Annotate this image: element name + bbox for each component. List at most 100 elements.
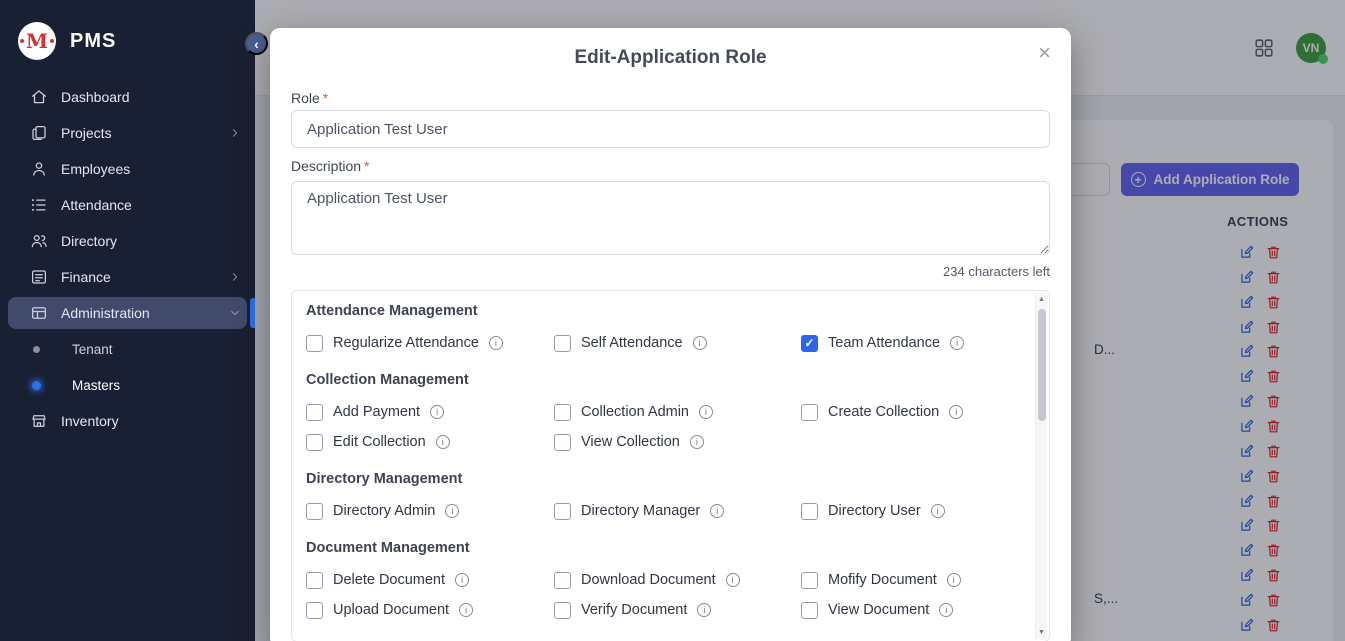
permission-section-title: Document Management (306, 540, 1019, 557)
checkbox-self-attendance[interactable] (554, 335, 571, 352)
sidebar-item-attendance[interactable]: Attendance (0, 187, 255, 223)
checkbox-regularize-attendance[interactable] (306, 335, 323, 352)
checkbox-mofify-document[interactable] (801, 572, 818, 589)
permission-delete-document: Delete Documenti (306, 572, 554, 589)
permission-download-document: Download Documenti (554, 572, 801, 589)
permission-grid: Add PaymentiCollection AdminiCreate Coll… (306, 397, 1019, 457)
permission-grid: Directory AdminiDirectory ManageriDirect… (306, 496, 1019, 526)
info-icon[interactable]: i (931, 504, 945, 518)
permission-label: Team Attendance (828, 335, 940, 351)
sidebar-item-inventory[interactable]: Inventory (0, 403, 255, 439)
checkbox-collection-admin[interactable] (554, 404, 571, 421)
checkbox-verify-document[interactable] (554, 602, 571, 619)
checkbox-add-payment[interactable] (306, 404, 323, 421)
role-input[interactable] (291, 110, 1050, 148)
sidebar-item-projects[interactable]: Projects (0, 115, 255, 151)
info-icon[interactable]: i (489, 336, 503, 350)
scrollbar-thumb[interactable] (1038, 309, 1046, 421)
bullet-icon (32, 381, 41, 390)
permission-view-document: View Document i (801, 602, 1019, 619)
sidebar-item-directory[interactable]: Directory (0, 223, 255, 259)
logo-dot-icon (20, 39, 24, 43)
bullet-icon (33, 346, 40, 353)
info-icon[interactable]: i (726, 573, 740, 587)
info-icon[interactable]: i (947, 573, 961, 587)
logo-dot-icon (50, 39, 54, 43)
permission-label: Verify Document (581, 602, 687, 618)
sidebar-item-label: Projects (61, 125, 216, 141)
checkbox-edit-collection[interactable] (306, 434, 323, 451)
permission-label: Create Collection (828, 404, 939, 420)
description-textarea[interactable]: Application Test User (291, 181, 1050, 255)
permission-label: Regularize Attendance (333, 335, 479, 351)
sidebar-item-finance[interactable]: Finance (0, 259, 255, 295)
permission-label: Self Attendance (581, 335, 683, 351)
permission-directory-manager: Directory Manager i (554, 503, 801, 520)
close-icon[interactable]: × (1034, 38, 1055, 68)
checkbox-view-document[interactable] (801, 602, 818, 619)
characters-left-counter: 234 characters left (291, 264, 1050, 280)
scroll-down-icon[interactable]: ▼ (1036, 629, 1047, 636)
info-icon[interactable]: i (710, 504, 724, 518)
permissions-scrollbar[interactable]: ▲ ▼ (1035, 293, 1047, 639)
info-icon[interactable]: i (697, 603, 711, 617)
info-icon[interactable]: i (430, 405, 444, 419)
info-icon[interactable]: i (950, 336, 964, 350)
sidebar-item-administration[interactable]: Administration (0, 295, 255, 331)
chevron-right-icon (229, 271, 241, 283)
scroll-up-icon[interactable]: ▲ (1036, 296, 1047, 303)
permission-directory-admin: Directory Admin i (306, 503, 554, 520)
permission-verify-document: Verify Document i (554, 602, 801, 619)
info-icon[interactable]: i (949, 405, 963, 419)
logo-mark-icon: M (18, 22, 56, 60)
info-icon[interactable]: i (445, 504, 459, 518)
description-label-text: Description (291, 158, 361, 174)
info-icon[interactable]: i (693, 336, 707, 350)
home-icon (30, 88, 48, 106)
app-screen: M PMS Dashboard Projects Employees Attendan… (0, 0, 1345, 641)
checkbox-create-collection[interactable] (801, 404, 818, 421)
required-asterisk: * (364, 158, 369, 174)
chevron-right-icon (229, 127, 241, 139)
sidebar-item-dashboard[interactable]: Dashboard (0, 79, 255, 115)
permission-label: View Document (828, 602, 929, 618)
checkbox-directory-manager[interactable] (554, 503, 571, 520)
sidebar-item-label: Directory (61, 233, 241, 249)
checkbox-team-attendance[interactable]: ✓ (801, 335, 818, 352)
permission-team-attendance: ✓ Team Attendance i (801, 335, 1019, 352)
permission-section-title: Attendance Management (306, 303, 1019, 320)
permission-regularize-attendance: Regularize Attendance i (306, 335, 554, 352)
permission-label: View Collection (581, 434, 680, 450)
info-icon[interactable]: i (699, 405, 713, 419)
permission-add-payment: Add Paymenti (306, 404, 554, 421)
checkbox-directory-user[interactable] (801, 503, 818, 520)
admin-icon (30, 304, 48, 322)
chevron-down-icon (229, 307, 241, 319)
info-icon[interactable]: i (690, 435, 704, 449)
checkbox-delete-document[interactable] (306, 572, 323, 589)
app-logo: M PMS (0, 0, 255, 76)
sidebar-subitem-label: Masters (72, 378, 255, 393)
info-icon[interactable]: i (455, 573, 469, 587)
employee-icon (30, 160, 48, 178)
checkbox-view-collection[interactable] (554, 434, 571, 451)
checkbox-directory-admin[interactable] (306, 503, 323, 520)
checkbox-upload-document[interactable] (306, 602, 323, 619)
permission-section-title: Collection Management (306, 372, 1019, 389)
info-icon[interactable]: i (436, 435, 450, 449)
sidebar-subitem-masters[interactable]: Masters (0, 367, 255, 403)
permission-directory-user: Directory Useri (801, 503, 1019, 520)
permission-mofify-document: Mofify Documenti (801, 572, 1019, 589)
sidebar-item-label: Employees (61, 161, 241, 177)
sidebar: M PMS Dashboard Projects Employees Attendan… (0, 0, 255, 641)
info-icon[interactable]: i (939, 603, 953, 617)
permission-label: Directory Admin (333, 503, 435, 519)
sidebar-item-employees[interactable]: Employees (0, 151, 255, 187)
role-label-text: Role (291, 90, 320, 106)
permission-label: Directory Manager (581, 503, 700, 519)
sidebar-collapse-button[interactable]: ‹ (245, 32, 268, 55)
permission-grid: Delete DocumentiDownload DocumentiMofify… (306, 565, 1019, 625)
info-icon[interactable]: i (459, 603, 473, 617)
sidebar-subitem-tenant[interactable]: Tenant (0, 331, 255, 367)
checkbox-download-document[interactable] (554, 572, 571, 589)
